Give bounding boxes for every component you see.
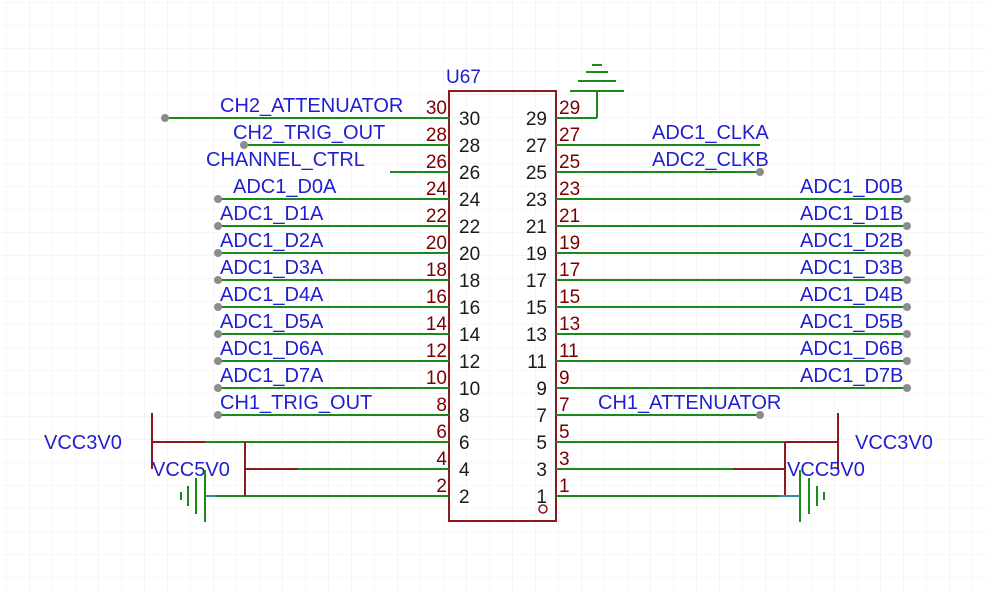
pin-number-outer-right: 17	[559, 260, 580, 281]
pin-number-outer-left: 28	[426, 125, 447, 146]
pin-number-outer-right: 25	[559, 152, 580, 173]
pin-number-outer-left: 30	[426, 98, 447, 119]
pin-number-inner-right: 1	[536, 487, 547, 508]
pin-number-outer-right: 9	[559, 368, 570, 389]
pin-number-inner-left: 8	[459, 406, 470, 427]
pin-number-outer-right: 27	[559, 125, 580, 146]
pin-number-outer-left: 4	[436, 449, 447, 470]
pin-number-inner-right: 25	[526, 163, 547, 184]
power-label: VCC5V0	[152, 459, 230, 481]
pin-number-outer-left: 2	[436, 476, 447, 497]
wire-end-dot	[903, 249, 911, 257]
power-label: VCC5V0	[787, 459, 865, 481]
pin-number-outer-right: 15	[559, 287, 580, 308]
pin-number-inner-left: 6	[459, 433, 470, 454]
net-label[interactable]: ADC1_D5A	[220, 311, 324, 333]
net-label[interactable]: CH2_TRIG_OUT	[233, 122, 385, 144]
pin-number-inner-right: 23	[526, 190, 547, 211]
pin-number-inner-right: 13	[526, 325, 547, 346]
wire-end-dot	[903, 384, 911, 392]
power-label: VCC3V0	[855, 432, 933, 454]
wire-end-dot	[903, 303, 911, 311]
pin-number-inner-right: 11	[527, 352, 547, 373]
wire-end-dot	[903, 222, 911, 230]
net-label[interactable]: CH1_TRIG_OUT	[220, 392, 372, 414]
pin-number-inner-left: 22	[459, 217, 480, 238]
net-label[interactable]: ADC1_D3B	[800, 257, 903, 279]
net-label[interactable]: ADC1_D5B	[800, 311, 903, 333]
pin-number-inner-right: 7	[536, 406, 547, 427]
wire-end-dot	[903, 195, 911, 203]
pin-number-inner-right: 21	[526, 217, 547, 238]
pin-number-inner-left: 28	[459, 136, 480, 157]
net-label[interactable]: ADC1_CLKA	[652, 122, 769, 144]
net-label[interactable]: ADC1_D2A	[220, 230, 324, 252]
pin-number-inner-right: 29	[526, 109, 547, 130]
wire-end-dot	[903, 330, 911, 338]
pin-number-outer-right: 21	[559, 206, 580, 227]
net-label[interactable]: ADC1_D4A	[220, 284, 324, 306]
pin-number-inner-right: 27	[526, 136, 547, 157]
pin-number-outer-left: 24	[426, 179, 448, 200]
pin-number-outer-left: 12	[426, 341, 447, 362]
schematic-canvas: U67 30282624222018161412108642 292725232…	[0, 0, 986, 593]
net-label[interactable]: ADC1_D7A	[220, 365, 324, 387]
pin-number-inner-left: 16	[459, 298, 480, 319]
pin-number-outer-left: 22	[426, 206, 447, 227]
pin-number-outer-left: 26	[426, 152, 447, 173]
pin-number-inner-left: 12	[459, 352, 480, 373]
component-designator: U67	[446, 67, 481, 88]
pin-number-outer-left: 8	[436, 395, 447, 416]
pin-number-inner-left: 10	[459, 379, 480, 400]
net-label[interactable]: ADC1_D3A	[220, 257, 324, 279]
pin-number-inner-right: 5	[536, 433, 547, 454]
net-label[interactable]: CH2_ATTENUATOR	[220, 95, 403, 117]
pin-number-inner-left: 4	[459, 460, 470, 481]
net-label[interactable]: ADC2_CLKB	[652, 149, 769, 171]
pin-number-inner-right: 9	[536, 379, 547, 400]
pin-number-outer-right: 23	[559, 179, 580, 200]
pin-number-outer-right: 11	[559, 341, 579, 362]
net-label[interactable]: ADC1_D6A	[220, 338, 324, 360]
pin-number-outer-right: 7	[559, 395, 570, 416]
net-label[interactable]: ADC1_D2B	[800, 230, 903, 252]
pin-number-inner-left: 18	[459, 271, 480, 292]
pin-number-outer-right: 19	[559, 233, 580, 254]
pin-number-outer-right: 13	[559, 314, 580, 335]
wire-end-dot	[214, 195, 222, 203]
wire-end-dot	[161, 114, 169, 122]
net-label[interactable]: ADC1_D7B	[800, 365, 903, 387]
net-label[interactable]: ADC1_D1A	[220, 203, 324, 225]
net-label[interactable]: CHANNEL_CTRL	[206, 149, 365, 171]
net-label[interactable]: ADC1_D1B	[800, 203, 903, 225]
wire-end-dot	[903, 357, 911, 365]
pin-number-inner-left: 14	[459, 325, 481, 346]
pin-number-inner-right: 17	[526, 271, 547, 292]
net-label[interactable]: CH1_ATTENUATOR	[598, 392, 781, 414]
net-label[interactable]: ADC1_D0A	[233, 176, 337, 198]
wire-end-dot	[903, 276, 911, 284]
net-label[interactable]: ADC1_D0B	[800, 176, 903, 198]
power-label: VCC3V0	[44, 432, 122, 454]
pin-number-outer-left: 16	[426, 287, 447, 308]
pin-number-outer-right: 1	[559, 476, 570, 497]
pin-number-outer-right: 5	[559, 422, 570, 443]
pin-number-inner-left: 24	[459, 190, 481, 211]
pin-number-outer-left: 10	[426, 368, 447, 389]
pin-number-outer-left: 14	[426, 314, 448, 335]
pin-number-outer-left: 18	[426, 260, 447, 281]
pin-number-outer-left: 6	[436, 422, 447, 443]
pin-number-inner-right: 3	[536, 460, 547, 481]
pin-number-inner-left: 2	[459, 487, 470, 508]
net-label[interactable]: ADC1_D6B	[800, 338, 903, 360]
pin-number-inner-left: 20	[459, 244, 480, 265]
net-label[interactable]: ADC1_D4B	[800, 284, 903, 306]
pin-number-outer-left: 20	[426, 233, 447, 254]
pin-number-outer-right: 29	[559, 98, 580, 119]
pin-number-inner-left: 30	[459, 109, 480, 130]
pin-number-inner-left: 26	[459, 163, 480, 184]
pin-number-inner-right: 19	[526, 244, 547, 265]
pin-number-outer-right: 3	[559, 449, 570, 470]
pin-number-inner-right: 15	[526, 298, 547, 319]
